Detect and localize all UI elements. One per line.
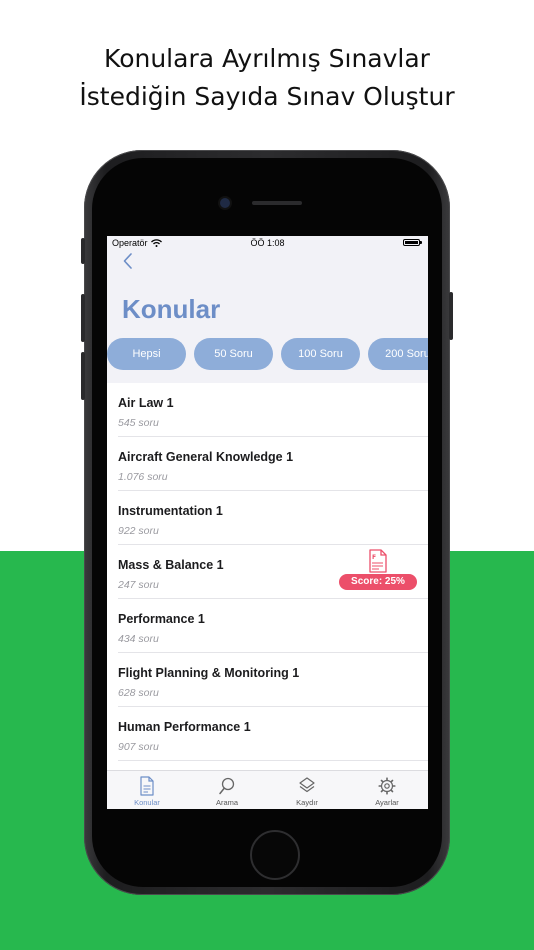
question-count: 628 soru — [118, 687, 159, 699]
subject-row-flight-planning[interactable]: Flight Planning & Monitoring 1 628 soru — [107, 653, 428, 707]
question-count: 1.076 soru — [118, 471, 168, 483]
subject-name: Air Law 1 — [118, 396, 174, 410]
back-button[interactable] — [117, 250, 137, 272]
question-count: 922 soru — [118, 525, 159, 537]
filter-chip-all[interactable]: Hepsi — [107, 338, 186, 370]
subject-row-instrumentation[interactable]: Instrumentation 1 922 soru — [107, 491, 428, 545]
tab-label: Arama — [215, 798, 239, 807]
search-icon — [219, 777, 235, 795]
gear-icon — [378, 777, 396, 795]
chevron-left-icon — [123, 253, 132, 269]
tab-arama[interactable]: Arama — [187, 771, 267, 809]
headline-line-2: İstediğin Sayıda Sınav Oluştur — [79, 82, 455, 111]
subject-name: Mass & Balance 1 — [118, 558, 224, 572]
question-count: 434 soru — [118, 633, 159, 645]
svg-text:F: F — [372, 554, 376, 561]
subject-name: Aircraft General Knowledge 1 — [118, 450, 294, 464]
power-button — [449, 292, 453, 340]
stack-icon — [299, 777, 315, 793]
page-title: Konular — [122, 294, 221, 324]
subject-row-mass-balance[interactable]: Mass & Balance 1 247 soru F Score: 25% — [107, 545, 428, 599]
headline-line-1: Konulara Ayrılmış Sınavlar — [104, 44, 430, 73]
tab-kaydir[interactable]: Kaydır — [267, 771, 347, 809]
subject-row-air-law[interactable]: Air Law 1 545 soru — [107, 383, 428, 437]
question-count: 247 soru — [118, 579, 159, 591]
subject-name: Performance 1 — [118, 612, 205, 626]
tab-bar: Konular Arama Kaydır Ayarlar — [107, 770, 428, 809]
volume-down-button — [81, 352, 85, 400]
subject-name: Human Performance 1 — [118, 720, 251, 734]
status-bar: Operatör ÖÖ 1:08 — [107, 236, 428, 250]
subject-name: Flight Planning & Monitoring 1 — [118, 666, 300, 680]
earpiece-speaker — [252, 201, 302, 205]
graded-document-icon: F — [369, 549, 387, 573]
home-button[interactable] — [250, 830, 300, 880]
tab-label: Ayarlar — [375, 798, 399, 807]
filter-chip-50[interactable]: 50 Soru — [194, 338, 273, 370]
tab-label: Konular — [134, 798, 160, 807]
question-count: 907 soru — [118, 741, 159, 753]
subject-row-performance[interactable]: Performance 1 434 soru — [107, 599, 428, 653]
row-divider — [118, 760, 428, 761]
marketing-headline: Konulara Ayrılmış Sınavlar İstediğin Say… — [0, 40, 534, 116]
question-count: 545 soru — [118, 417, 159, 429]
app-screen: Operatör ÖÖ 1:08 Konular Hepsi 50 Soru 1… — [107, 236, 428, 809]
mute-switch — [81, 238, 85, 264]
subject-row-human-performance[interactable]: Human Performance 1 907 soru — [107, 707, 428, 761]
subject-name: Instrumentation 1 — [118, 504, 223, 518]
volume-up-button — [81, 294, 85, 342]
subject-row-aircraft-general-knowledge[interactable]: Aircraft General Knowledge 1 1.076 soru — [107, 437, 428, 491]
subject-list: Air Law 1 545 soru Aircraft General Know… — [107, 383, 428, 770]
status-time: ÖÖ 1:08 — [250, 238, 285, 248]
tab-konular[interactable]: Konular — [107, 771, 187, 809]
tab-label: Kaydır — [296, 798, 318, 807]
document-icon — [140, 776, 154, 796]
filter-chip-200[interactable]: 200 Soru — [368, 338, 428, 370]
tab-ayarlar[interactable]: Ayarlar — [347, 771, 427, 809]
score-badge: Score: 25% — [339, 574, 417, 590]
battery-icon — [403, 239, 422, 246]
front-camera — [220, 198, 230, 208]
filter-chip-100[interactable]: 100 Soru — [281, 338, 360, 370]
